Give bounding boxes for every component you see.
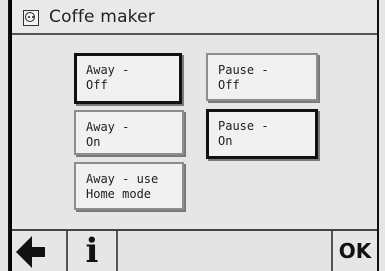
- socket-icon-pin-right: [32, 16, 34, 18]
- ok-button[interactable]: OK: [331, 231, 377, 271]
- arrow-left-icon-head: [16, 236, 32, 268]
- socket-icon: [23, 10, 39, 26]
- socket-icon-pin-left: [28, 16, 30, 18]
- device-frame-left: [0, 0, 10, 271]
- away-use-home-mode-button[interactable]: Away - use Home mode: [74, 162, 184, 210]
- mode-panel: Away - Off Pause - Off Away - On Pause -…: [12, 35, 377, 227]
- back-button[interactable]: [12, 231, 68, 271]
- away-off-button[interactable]: Away - Off: [74, 53, 182, 104]
- away-on-button[interactable]: Away - On: [74, 110, 184, 155]
- arrow-left-icon-shaft: [31, 247, 45, 257]
- header-bar: Coffe maker: [12, 0, 377, 35]
- pause-on-button[interactable]: Pause - On: [206, 109, 318, 159]
- device-screen: Coffe maker Away - Off Pause - Off Away …: [12, 0, 377, 271]
- device-frame-right: [377, 0, 385, 271]
- pause-off-button[interactable]: Pause - Off: [206, 53, 318, 101]
- footer-bar: i OK: [12, 229, 377, 271]
- info-icon: i: [85, 231, 99, 271]
- page-title: Coffe maker: [49, 7, 155, 27]
- info-button[interactable]: i: [68, 231, 118, 271]
